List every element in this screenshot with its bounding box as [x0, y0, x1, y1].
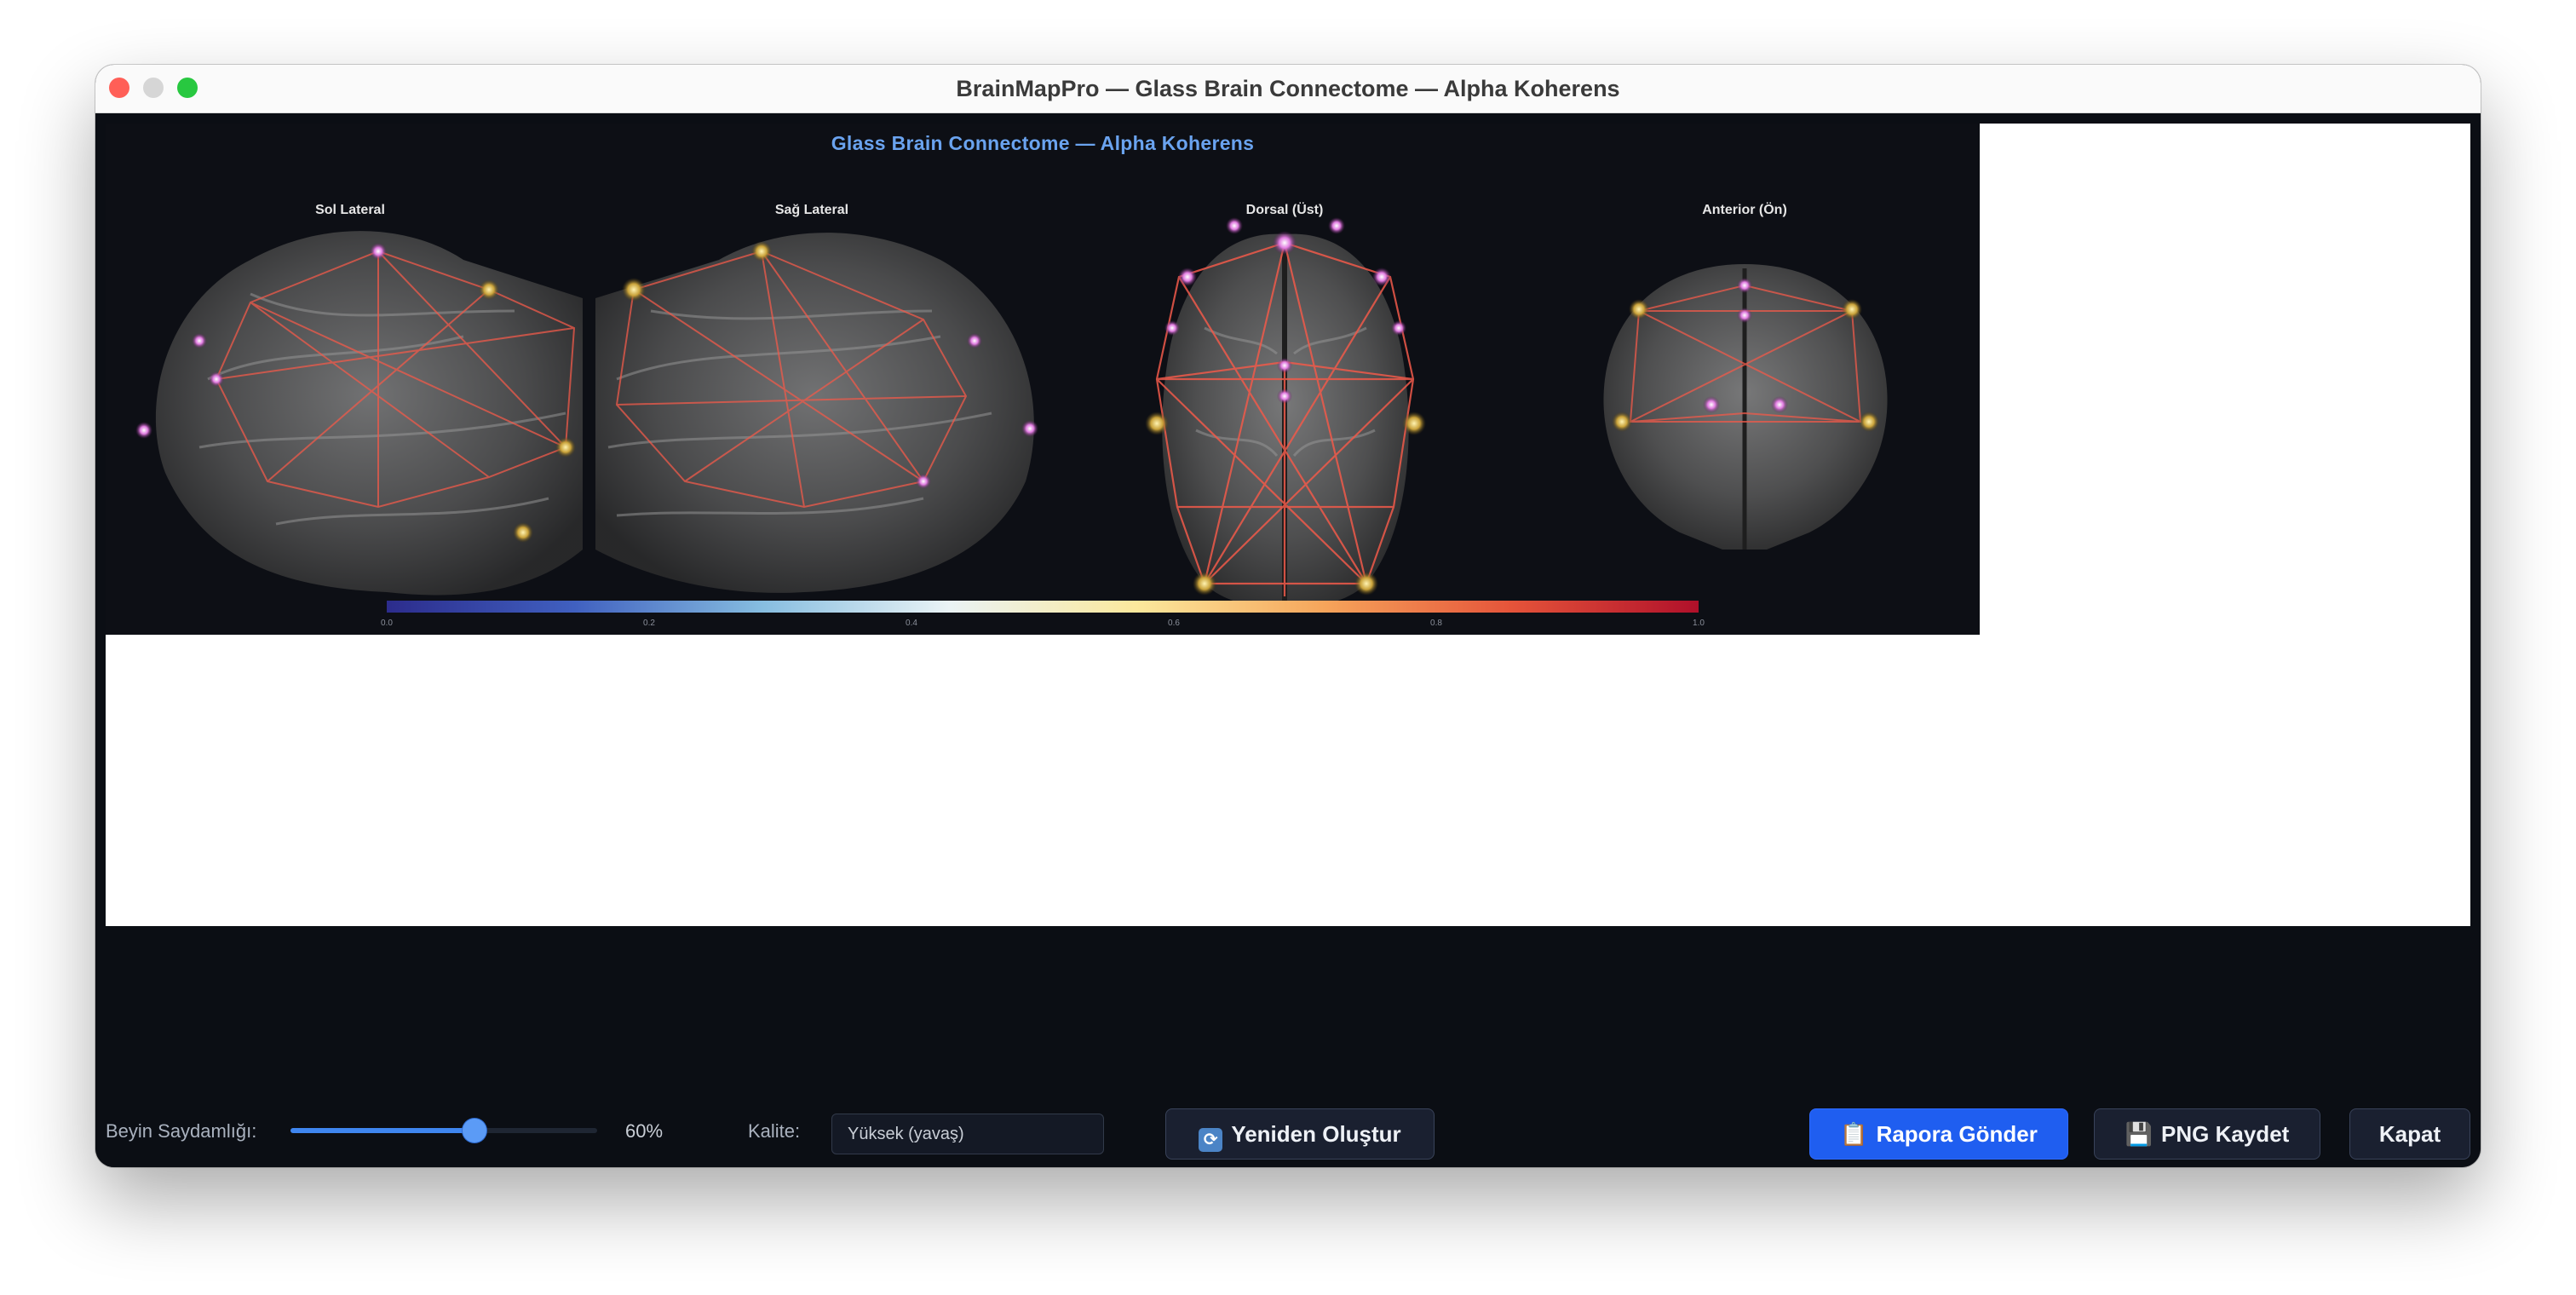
save-png-button[interactable]: 💾 PNG Kaydet: [2094, 1108, 2320, 1160]
transparency-label: Beyin Saydamlığı:: [106, 1120, 257, 1142]
window-title: BrainMapPro — Glass Brain Connectome — A…: [956, 76, 1620, 101]
clipboard-icon: 📋: [1840, 1121, 1868, 1147]
refresh-icon: ⟳: [1199, 1128, 1223, 1152]
colorbar-tick: 0.4: [906, 619, 917, 628]
close-label: Kapat: [2378, 1121, 2441, 1147]
regenerate-button[interactable]: ⟳ Yeniden Oluştur: [1165, 1108, 1435, 1160]
colorbar-tick: 0.6: [1168, 619, 1180, 628]
connectome-figure: Glass Brain Connectome — Alpha Koherens …: [106, 124, 1980, 635]
colorbar-tick: 0.0: [381, 619, 393, 628]
transparency-value: 60%: [625, 1120, 664, 1142]
regenerate-label: Yeniden Oluştur: [1231, 1121, 1401, 1147]
slider-fill: [290, 1128, 474, 1133]
slider-thumb[interactable]: [463, 1119, 486, 1142]
send-report-button[interactable]: 📋 Rapora Gönder: [1809, 1108, 2068, 1160]
main-content: Glass Brain Connectome — Alpha Koherens …: [95, 113, 2481, 1167]
colorbar-tick: 0.2: [643, 619, 655, 628]
brain-views: [135, 217, 1888, 609]
close-button[interactable]: Kapat: [2349, 1108, 2470, 1160]
app-window: BrainMapPro — Glass Brain Connectome — A…: [95, 65, 2481, 1167]
colorbar-tick: 1.0: [1693, 619, 1705, 628]
brain-right-lateral: [595, 233, 1038, 593]
quality-label: Kalite:: [748, 1120, 801, 1142]
save-png-label: PNG Kaydet: [2161, 1121, 2290, 1147]
send-report-label: Rapora Gönder: [1876, 1121, 2038, 1147]
transparency-slider[interactable]: [290, 1119, 597, 1142]
colorbar: [387, 601, 1699, 613]
floppy-disk-icon: 💾: [2125, 1121, 2153, 1147]
brain-left-lateral: [135, 231, 584, 596]
quality-select[interactable]: Yüksek (yavaş): [831, 1114, 1104, 1154]
brain-dorsal: [1145, 217, 1426, 609]
title-bar: BrainMapPro — Glass Brain Connectome — A…: [95, 65, 2481, 113]
brain-anterior: [1603, 264, 1888, 550]
colorbar-tick: 0.8: [1430, 619, 1442, 628]
